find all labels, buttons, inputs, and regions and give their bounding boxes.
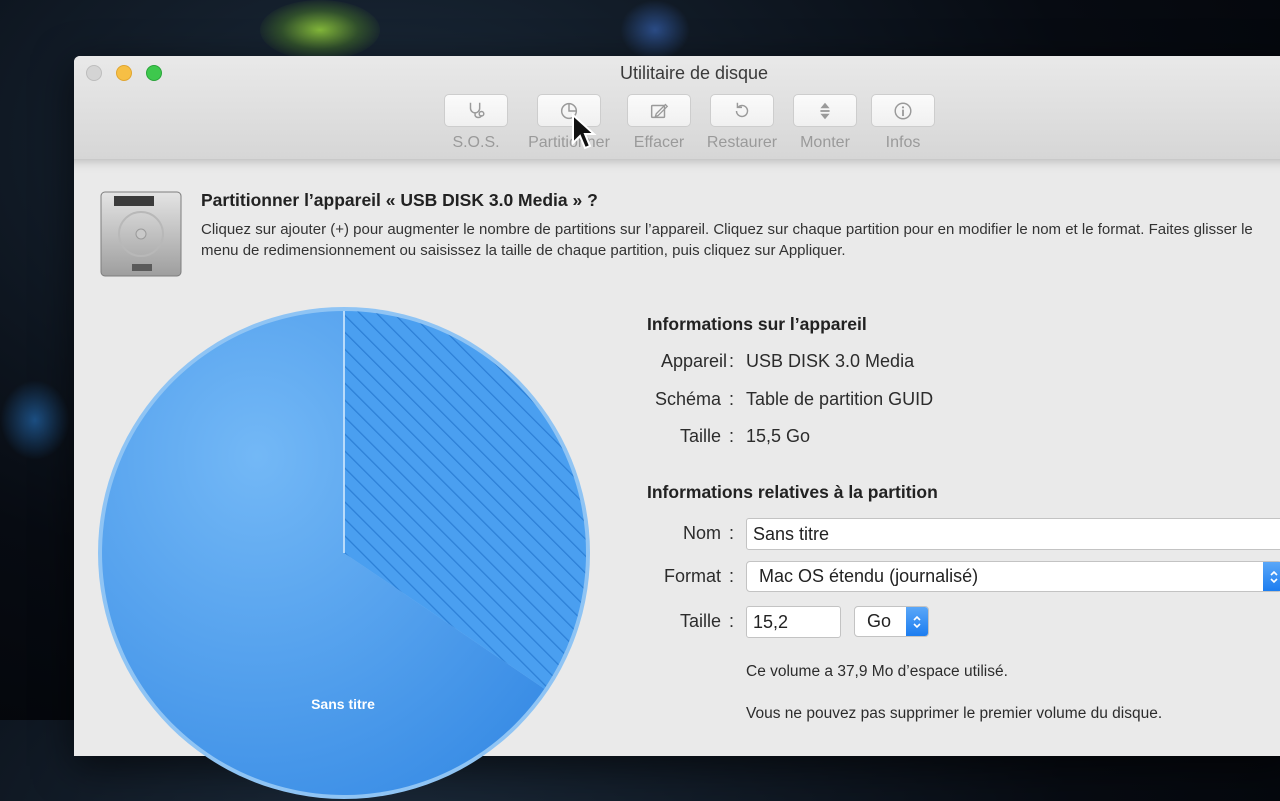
format-label: Format xyxy=(663,566,721,586)
partition-pie-chart[interactable] xyxy=(96,305,592,801)
restore-icon xyxy=(735,102,749,117)
scheme-value: Table de partition GUID xyxy=(746,389,934,409)
partition-name-input[interactable]: Sans titre xyxy=(746,518,1280,550)
toolbar-label: Restaurer xyxy=(706,134,778,151)
delete-volume-note: Vous ne pouvez pas supprimer le premier … xyxy=(746,705,1163,722)
toolbar-label: Infos xyxy=(885,134,921,151)
device-label: Appareil xyxy=(660,351,727,371)
mount-button[interactable] xyxy=(793,94,857,127)
toolbar-info[interactable]: Infos xyxy=(870,94,936,152)
title-bar: Utilitaire de disque S.O.S. Partitionner xyxy=(74,56,1280,161)
wallpaper-nebula-blue xyxy=(620,0,690,60)
restore-button[interactable] xyxy=(710,94,774,127)
sos-button[interactable] xyxy=(444,94,508,127)
format-select-value: Mac OS étendu (journalisé) xyxy=(759,566,979,586)
window-title: Utilitaire de disque xyxy=(619,63,769,83)
device-size-label: Taille xyxy=(679,426,721,446)
format-select-arrows-icon[interactable] xyxy=(1263,562,1280,591)
dialog-description: Cliquez sur ajouter (+) pour augmenter l… xyxy=(201,221,1253,259)
partition-info-heading: Informations relatives à la partition xyxy=(647,482,938,502)
toolbar-restore[interactable]: Restaurer xyxy=(704,94,780,152)
format-select[interactable]: Mac OS étendu (journalisé) xyxy=(746,561,1280,592)
used-space-note: Ce volume a 37,9 Mo d’espace utilisé. xyxy=(746,663,1008,680)
colon: : xyxy=(729,566,735,586)
partition-size-label: Taille xyxy=(679,611,721,631)
pie-partition-label: Sans titre xyxy=(311,696,375,712)
info-button[interactable] xyxy=(871,94,935,127)
colon: : xyxy=(729,389,735,409)
partition-size-input[interactable]: 15,2 xyxy=(746,606,841,638)
stethoscope-icon xyxy=(469,102,485,118)
mouse-pointer-icon xyxy=(572,113,597,150)
erase-button[interactable] xyxy=(627,94,691,127)
erase-icon xyxy=(650,103,669,118)
info-icon xyxy=(894,101,912,120)
toolbar-mount[interactable]: Monter xyxy=(790,94,860,152)
wallpaper-nebula-green xyxy=(260,0,380,60)
colon: : xyxy=(729,351,735,371)
scheme-label: Schéma xyxy=(654,389,721,409)
toolbar-label: Partitionner xyxy=(528,134,610,151)
toolbar-sos[interactable]: S.O.S. xyxy=(438,94,514,152)
colon: : xyxy=(729,426,735,446)
toolbar-label: Effacer xyxy=(633,134,685,151)
hard-drive-icon xyxy=(100,191,182,277)
colon: : xyxy=(729,611,735,631)
size-unit-select[interactable]: Go xyxy=(854,606,929,637)
dialog-title: Partitionner l’appareil « USB DISK 3.0 M… xyxy=(201,190,598,210)
colon: : xyxy=(729,523,735,543)
device-info-heading: Informations sur l’appareil xyxy=(647,314,867,334)
device-size-value: 15,5 Go xyxy=(746,426,811,446)
mount-icon xyxy=(820,102,830,119)
toolbar-label: S.O.S. xyxy=(452,134,500,151)
unit-select-arrows-icon[interactable] xyxy=(906,607,928,636)
toolbar-partition[interactable]: Partitionner xyxy=(519,94,619,152)
device-value: USB DISK 3.0 Media xyxy=(746,351,915,371)
wallpaper-nebula-left xyxy=(0,380,70,460)
name-label: Nom xyxy=(682,523,721,543)
toolbar-label: Monter xyxy=(800,134,850,151)
size-unit-value: Go xyxy=(867,611,892,631)
toolbar-erase[interactable]: Effacer xyxy=(623,94,695,152)
